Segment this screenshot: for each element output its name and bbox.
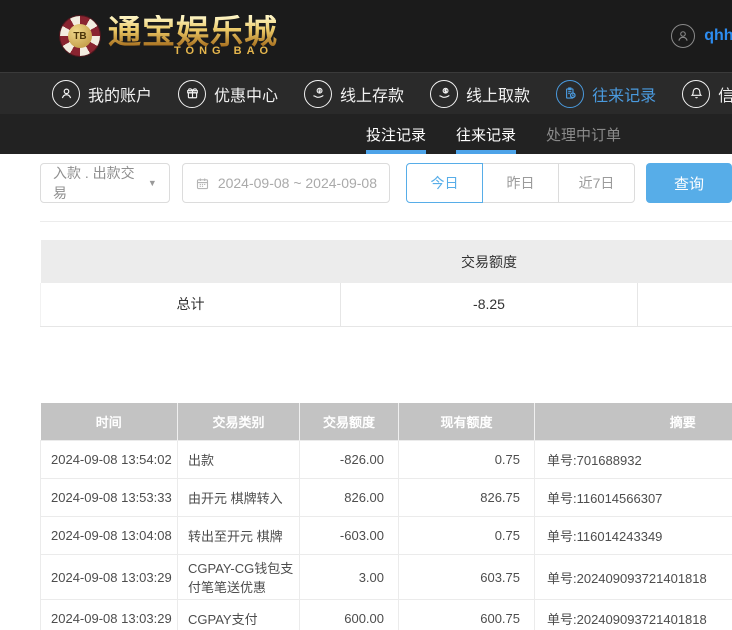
column-header: 摘要	[535, 403, 732, 441]
table-row: 2024-09-08 13:03:29CGPAY支付600.00600.75单号…	[41, 600, 732, 630]
table-row: 2024-09-08 13:54:02出款-826.000.75单号:70168…	[41, 441, 732, 479]
nav-label: 往来记录	[592, 82, 656, 106]
nav-label: 线上存款	[340, 82, 404, 106]
nav-item-promotions[interactable]: 优惠中心	[178, 80, 278, 108]
transactions-body: 2024-09-08 13:54:02出款-826.000.75单号:70168…	[41, 441, 732, 630]
table-cell: 转出至开元 棋牌	[178, 517, 300, 555]
table-cell: 2024-09-08 13:53:33	[41, 479, 178, 517]
summary-total-value: -8.25	[341, 283, 638, 326]
brand-name-en: TONG BAO	[174, 45, 278, 57]
summary-header-empty	[41, 240, 341, 283]
promo-gift-icon	[178, 80, 206, 108]
nav-item-records[interactable]: 往来记录	[556, 80, 656, 108]
nav-label: 信息	[718, 82, 732, 106]
chip-initials: TB	[68, 24, 92, 48]
transactions-table: 时间交易类别交易额度现有额度摘要 2024-09-08 13:54:02出款-8…	[40, 403, 732, 630]
nav-item-withdraw[interactable]: 线上取款	[430, 80, 530, 108]
table-cell: 0.75	[399, 517, 535, 555]
summary-header-label: 交易额度	[341, 240, 638, 283]
today-button[interactable]: 今日	[406, 163, 483, 203]
table-cell: 600.75	[399, 600, 535, 630]
calendar-icon	[195, 176, 210, 191]
last-7-days-button[interactable]: 近7日	[558, 163, 635, 203]
table-cell: 单号:116014566307	[535, 479, 732, 517]
records-icon	[556, 80, 584, 108]
brand-text: 通宝娱乐城 TONG BAO	[108, 15, 278, 57]
user-box: qhhw	[671, 24, 732, 48]
table-row: 2024-09-08 13:03:29CGPAY-CG钱包支付笔笔送优惠3.00…	[41, 555, 732, 600]
deposit-icon	[304, 80, 332, 108]
table-cell: -603.00	[300, 517, 399, 555]
yesterday-button[interactable]: 昨日	[482, 163, 559, 203]
column-header: 时间	[41, 403, 178, 441]
tab-processing-orders[interactable]: 处理中订单	[546, 114, 621, 154]
section-divider	[40, 221, 732, 222]
tab-transaction-records[interactable]: 往来记录	[456, 114, 516, 154]
table-row: 2024-09-08 13:53:33由开元 棋牌转入826.00826.75单…	[41, 479, 732, 517]
column-header: 交易额度	[300, 403, 399, 441]
bell-icon	[682, 80, 710, 108]
brand-name-cn: 通宝娱乐城	[108, 15, 278, 48]
summary-header-empty	[638, 240, 732, 283]
table-cell: CGPAY-CG钱包支付笔笔送优惠	[178, 555, 300, 600]
table-cell: 3.00	[300, 555, 399, 600]
search-button[interactable]: 查询	[646, 163, 732, 203]
table-cell: 826.75	[399, 479, 535, 517]
username-link[interactable]: qhhw	[704, 27, 732, 45]
summary-empty-cell	[638, 283, 732, 326]
nav-item-deposit[interactable]: 线上存款	[304, 80, 404, 108]
site-header: TB 通宝娱乐城 TONG BAO qhhw	[0, 0, 732, 72]
table-cell: 单号:202409093721401818	[535, 600, 732, 630]
quick-date-button-group: 今日 昨日 近7日	[406, 163, 635, 203]
chevron-down-icon: ▼	[148, 178, 157, 188]
avatar-icon[interactable]	[671, 24, 695, 48]
table-cell: 出款	[178, 441, 300, 479]
table-cell: 2024-09-08 13:04:08	[41, 517, 178, 555]
table-cell: 单号:116014243349	[535, 517, 732, 555]
table-cell: 单号:701688932	[535, 441, 732, 479]
table-cell: 2024-09-08 13:03:29	[41, 600, 178, 630]
column-header: 交易类别	[178, 403, 300, 441]
transaction-type-dropdown[interactable]: 入款 . 出款交易 ▼	[40, 163, 170, 203]
table-cell: 826.00	[300, 479, 399, 517]
tabs-bar: 投注记录 往来记录 处理中订单	[0, 114, 732, 154]
column-header: 现有额度	[399, 403, 535, 441]
main-nav: 我的账户 优惠中心 线上存款 线上取款	[0, 72, 732, 114]
date-range-input[interactable]: 2024-09-08 ~ 2024-09-08	[182, 163, 390, 203]
table-cell: 600.00	[300, 600, 399, 630]
summary-table: 交易额度 总计 -8.25	[40, 240, 732, 327]
table-cell: CGPAY支付	[178, 600, 300, 630]
account-icon	[52, 80, 80, 108]
dropdown-value: 入款 . 出款交易	[53, 163, 148, 203]
brand-logo[interactable]: TB 通宝娱乐城 TONG BAO	[60, 15, 278, 57]
nav-label: 优惠中心	[214, 82, 278, 106]
table-header-row: 时间交易类别交易额度现有额度摘要	[41, 403, 732, 441]
table-cell: 2024-09-08 13:54:02	[41, 441, 178, 479]
table-cell: -826.00	[300, 441, 399, 479]
table-cell: 由开元 棋牌转入	[178, 479, 300, 517]
nav-label: 我的账户	[88, 82, 152, 106]
summary-header-row: 交易额度	[41, 240, 732, 283]
table-cell: 单号:202409093721401818	[535, 555, 732, 600]
tab-betting-records[interactable]: 投注记录	[366, 114, 426, 154]
summary-row-label: 总计	[41, 283, 341, 326]
nav-label: 线上取款	[466, 82, 530, 106]
summary-total-row: 总计 -8.25	[41, 283, 732, 326]
withdraw-icon	[430, 80, 458, 108]
filter-row: 入款 . 出款交易 ▼ 2024-09-08 ~ 2024-09-08 今日 昨…	[40, 163, 732, 203]
table-cell: 603.75	[399, 555, 535, 600]
table-cell: 0.75	[399, 441, 535, 479]
nav-item-my-account[interactable]: 我的账户	[52, 80, 152, 108]
table-row: 2024-09-08 13:04:08转出至开元 棋牌-603.000.75单号…	[41, 517, 732, 555]
table-cell: 2024-09-08 13:03:29	[41, 555, 178, 600]
poker-chip-icon: TB	[60, 16, 100, 56]
date-range-value: 2024-09-08 ~ 2024-09-08	[218, 175, 377, 191]
nav-item-messages[interactable]: 信息	[682, 80, 732, 108]
